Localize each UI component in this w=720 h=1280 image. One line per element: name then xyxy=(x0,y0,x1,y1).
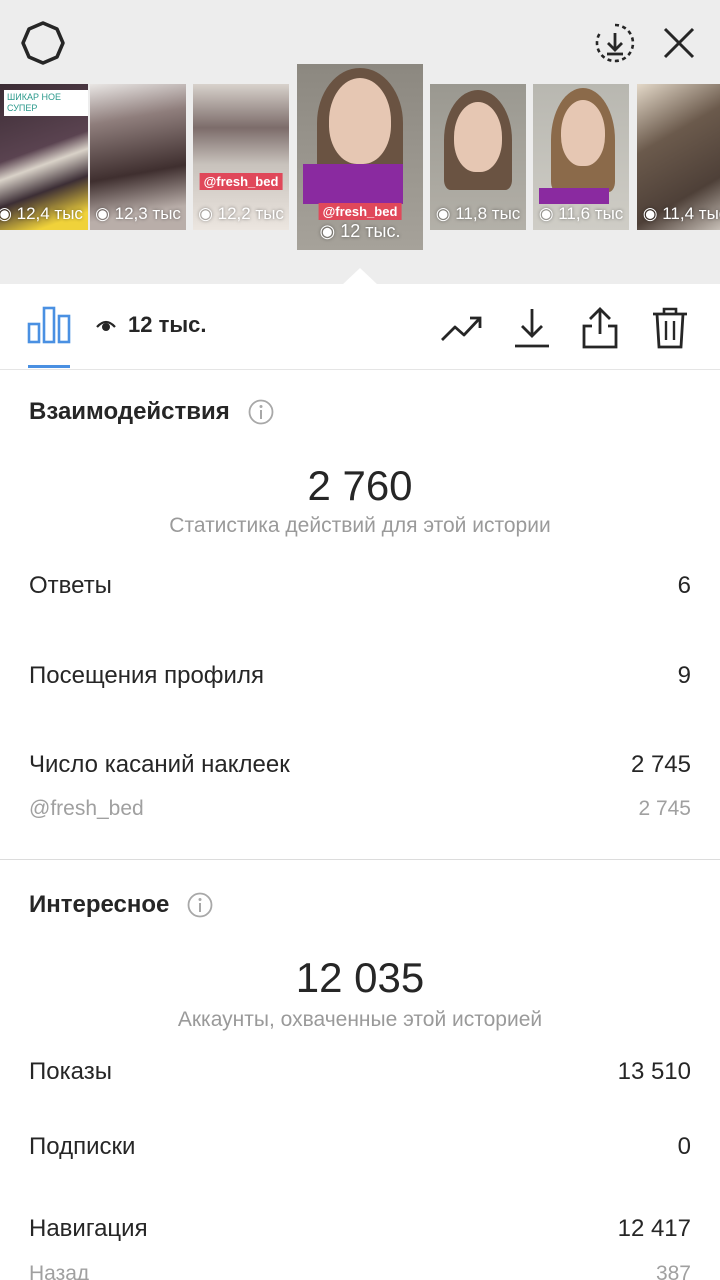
tab-insights[interactable] xyxy=(24,304,74,368)
bar-chart-icon xyxy=(27,306,71,344)
eye-icon xyxy=(96,320,116,331)
stat-value: 6 xyxy=(677,572,691,599)
thumbnail-views: ◉ 11,8 тыс xyxy=(435,204,521,223)
thumbnail-mention: @fresh_bed xyxy=(318,203,402,220)
thumbnail-views: ◉ 11,6 тыс xyxy=(538,204,624,223)
insights-toolbar: 12 тыс. xyxy=(0,284,720,370)
stat-value: 9 xyxy=(677,662,691,689)
interactions-caption: Статистика действий для этой истории xyxy=(169,514,551,537)
stat-value: 13 510 xyxy=(617,1058,691,1085)
stat-label: Число касаний наклеек xyxy=(29,751,290,778)
stat-label: Показы xyxy=(29,1058,112,1085)
discovery-total: 12 035 xyxy=(295,954,425,1001)
trend-button[interactable] xyxy=(438,306,486,350)
story-sticker xyxy=(539,188,609,204)
thumbnail-mention: @fresh_bed xyxy=(199,173,283,190)
thumbnail-views: ◉ 12 тыс. xyxy=(319,221,401,241)
story-thumbnail-active[interactable]: @fresh_bed ◉ 12 тыс. xyxy=(297,64,423,250)
thumbnail-views: ◉ 12,4 тыс xyxy=(0,204,83,223)
stories-strip-area: ШИКАР НОЕ СУПЕР ◉ 12,4 тыс ◉ 12,3 тыс @f… xyxy=(0,0,720,285)
stat-label: Посещения профиля xyxy=(29,662,264,689)
thumbnail-views: ◉ 11,4 тыс xyxy=(642,204,720,223)
stat-label: @fresh_bed xyxy=(29,797,144,820)
stat-label: Навигация xyxy=(29,1215,148,1242)
stat-row: Посещения профиля 9 xyxy=(29,662,691,690)
stat-label: Подписки xyxy=(29,1133,136,1160)
info-icon[interactable] xyxy=(187,892,213,918)
section-title: Интересное xyxy=(29,891,170,918)
stat-value: 387 xyxy=(655,1262,691,1280)
stat-row: Ответы 6 xyxy=(29,572,691,600)
story-sticker: ШИКАР НОЕ СУПЕР xyxy=(4,90,88,116)
stat-value: 2 745 xyxy=(638,797,691,820)
story-thumbnail[interactable]: ◉ 11,4 тыс xyxy=(637,84,720,230)
selected-pointer xyxy=(342,268,378,285)
stat-subrow: @fresh_bed 2 745 xyxy=(29,797,691,821)
download-button[interactable] xyxy=(508,306,556,350)
story-sticker xyxy=(303,164,403,204)
story-thumbnail[interactable]: ◉ 11,8 тыс xyxy=(430,84,526,230)
stat-value: 0 xyxy=(677,1133,691,1160)
story-thumbnail[interactable]: @fresh_bed ◉ 12,2 тыс xyxy=(193,84,289,230)
story-thumbnail[interactable]: ◉ 12,3 тыс xyxy=(90,84,186,230)
thumbnail-views: ◉ 12,3 тыс xyxy=(95,204,181,223)
story-thumbnail[interactable]: ◉ 11,6 тыс xyxy=(533,84,629,230)
stat-row: Показы 13 510 xyxy=(29,1058,691,1086)
stat-label: Назад xyxy=(29,1262,90,1280)
section-title: Взаимодействия xyxy=(29,398,230,425)
share-button[interactable] xyxy=(576,306,624,350)
interactions-total: 2 760 xyxy=(307,462,413,509)
discovery-header: Интересное xyxy=(29,891,213,919)
thumbnail-face xyxy=(329,78,391,164)
thumbnail-face xyxy=(454,102,502,172)
views-label: 12 тыс. xyxy=(128,312,207,337)
stat-row: Навигация 12 417 xyxy=(29,1215,691,1243)
stat-value: 2 745 xyxy=(630,751,691,778)
story-thumbnails: ШИКАР НОЕ СУПЕР ◉ 12,4 тыс ◉ 12,3 тыс @f… xyxy=(0,56,720,252)
delete-button[interactable] xyxy=(646,306,694,350)
views-count: 12 тыс. xyxy=(96,312,207,338)
trash-icon xyxy=(653,307,687,349)
thumbnail-views: ◉ 12,2 тыс xyxy=(198,204,284,223)
info-icon[interactable] xyxy=(248,399,274,425)
stat-row: Подписки 0 xyxy=(29,1133,691,1161)
trend-icon xyxy=(441,316,482,341)
tab-underline xyxy=(28,365,70,368)
share-icon xyxy=(582,307,618,349)
discovery-caption: Аккаунты, охваченные этой историей xyxy=(177,1008,543,1031)
download-icon xyxy=(515,309,549,348)
stat-row: Число касаний наклеек 2 745 xyxy=(29,751,691,779)
story-thumbnail[interactable]: ШИКАР НОЕ СУПЕР ◉ 12,4 тыс xyxy=(0,84,88,230)
section-divider xyxy=(0,859,720,860)
interactions-header: Взаимодействия xyxy=(29,398,274,426)
stat-value: 12 417 xyxy=(617,1215,691,1242)
stat-subrow: Назад 387 xyxy=(29,1262,691,1280)
thumbnail-face xyxy=(561,100,605,166)
stat-label: Ответы xyxy=(29,572,112,599)
